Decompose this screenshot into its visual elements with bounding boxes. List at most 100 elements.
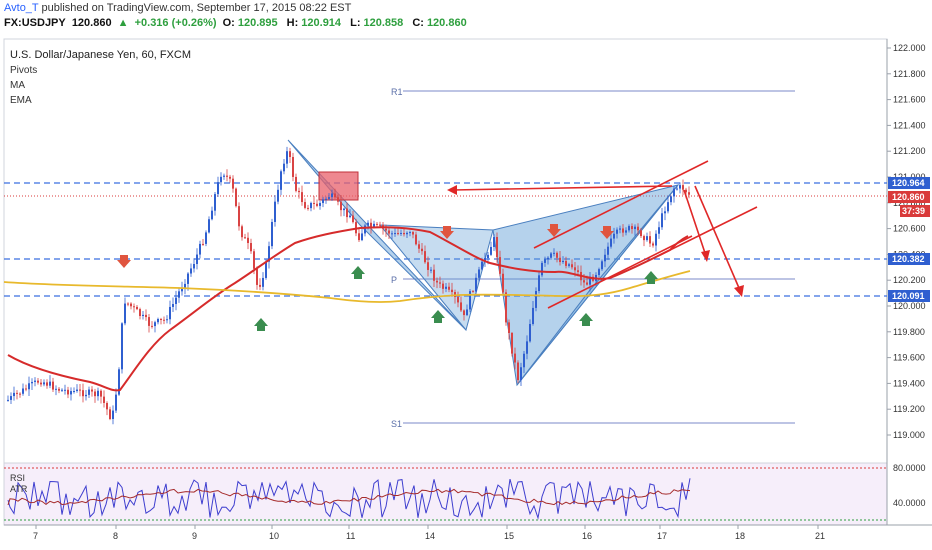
candle-body — [214, 194, 216, 211]
candle-body — [346, 208, 348, 218]
candle-body — [283, 163, 285, 172]
candle-body — [274, 201, 276, 222]
legend-atr[interactable]: ATR — [10, 484, 27, 495]
candle-body — [556, 252, 558, 258]
ohlc-high: H: 120.914 — [286, 17, 342, 29]
legend-rsi[interactable]: RSI — [10, 473, 27, 484]
candle-body — [436, 280, 438, 283]
supply-zone-rectangle[interactable] — [318, 171, 359, 201]
author-link[interactable]: Avto_T — [4, 2, 38, 14]
candle-body — [82, 390, 84, 397]
candle-body — [94, 391, 96, 397]
candle-body — [73, 391, 75, 393]
candle-body — [244, 237, 246, 239]
candle-body — [88, 389, 90, 395]
candle-body — [652, 243, 654, 246]
price-tick-label: 122.000 — [893, 43, 926, 53]
candle-body — [676, 188, 678, 190]
candle-body — [10, 396, 12, 400]
price-tick-label: 121.800 — [893, 69, 926, 79]
candle-body — [496, 237, 498, 258]
candle-body — [655, 233, 657, 246]
candle-body — [343, 208, 345, 211]
candle-body — [409, 232, 411, 234]
candle-body — [109, 409, 111, 420]
candle-body — [241, 226, 243, 238]
candle-body — [334, 193, 336, 198]
candle-body — [211, 210, 213, 220]
candle-body — [52, 381, 54, 390]
price-tick-label: 119.400 — [893, 378, 925, 388]
legend-ema[interactable]: EMA — [10, 93, 191, 108]
candle-body — [364, 225, 366, 234]
candle-body — [619, 228, 621, 230]
price-tick-label: 121.600 — [893, 95, 926, 105]
legend-ma[interactable]: MA — [10, 78, 191, 93]
price-badge-label: 120.091 — [892, 291, 925, 301]
candle-body — [631, 226, 633, 230]
time-tick-label: 17 — [657, 531, 667, 541]
candle-body — [517, 362, 519, 381]
candle-body — [265, 261, 267, 278]
candle-body — [91, 389, 93, 392]
candle-body — [76, 389, 78, 392]
candle-body — [520, 367, 522, 381]
candle-body — [526, 341, 528, 354]
candle-body — [478, 269, 480, 278]
candle-body — [649, 236, 651, 244]
candle-body — [115, 394, 117, 411]
candle-body — [358, 233, 360, 241]
candle-body — [385, 228, 387, 231]
candle-body — [163, 319, 165, 321]
price-tick-label: 119.800 — [893, 327, 925, 337]
price-tick-label: 121.400 — [893, 120, 926, 130]
candle-body — [226, 175, 228, 177]
candle-body — [103, 396, 105, 403]
candle-body — [262, 277, 264, 287]
candle-body — [328, 197, 330, 199]
candle-body — [133, 306, 135, 308]
candle-body — [253, 251, 255, 269]
candle-body — [445, 286, 447, 289]
price-tick-label: 120.000 — [893, 301, 926, 311]
candle-body — [145, 314, 147, 318]
candle-body — [562, 260, 564, 263]
candle-body — [502, 273, 504, 293]
candle-body — [670, 196, 672, 203]
candle-body — [331, 193, 333, 198]
candle-body — [673, 188, 675, 197]
time-tick-label: 14 — [425, 531, 435, 541]
candle-body — [55, 388, 57, 390]
candle-body — [316, 203, 318, 206]
candle-body — [34, 380, 36, 382]
candle-body — [406, 232, 408, 235]
ohlc-close: C: 120.860 — [412, 17, 467, 29]
candle-body — [58, 388, 60, 391]
candle-body — [607, 246, 609, 255]
candle-body — [199, 243, 201, 255]
time-tick-label: 18 — [735, 531, 745, 541]
legend-pivots[interactable]: Pivots — [10, 63, 191, 78]
candle-body — [322, 199, 324, 204]
candle-body — [550, 253, 552, 258]
candle-body — [574, 267, 576, 271]
time-tick-label: 21 — [815, 531, 825, 541]
candle-body — [388, 230, 390, 234]
rsi-pane-background — [3, 462, 888, 526]
candle-body — [403, 232, 405, 235]
candle-body — [625, 230, 627, 233]
candle-body — [16, 392, 18, 394]
candle-body — [79, 389, 81, 391]
symbol-label[interactable]: FX:USDJPY — [4, 17, 66, 29]
candle-body — [172, 303, 174, 307]
candle-body — [298, 190, 300, 193]
candle-body — [157, 318, 159, 323]
candle-body — [394, 233, 396, 235]
candle-body — [400, 232, 402, 234]
candle-body — [442, 283, 444, 289]
candle-body — [643, 236, 645, 241]
ohlc-low: L: 120.858 — [350, 17, 404, 29]
candle-body — [139, 309, 141, 316]
candle-body — [220, 176, 222, 183]
candle-body — [304, 202, 306, 208]
